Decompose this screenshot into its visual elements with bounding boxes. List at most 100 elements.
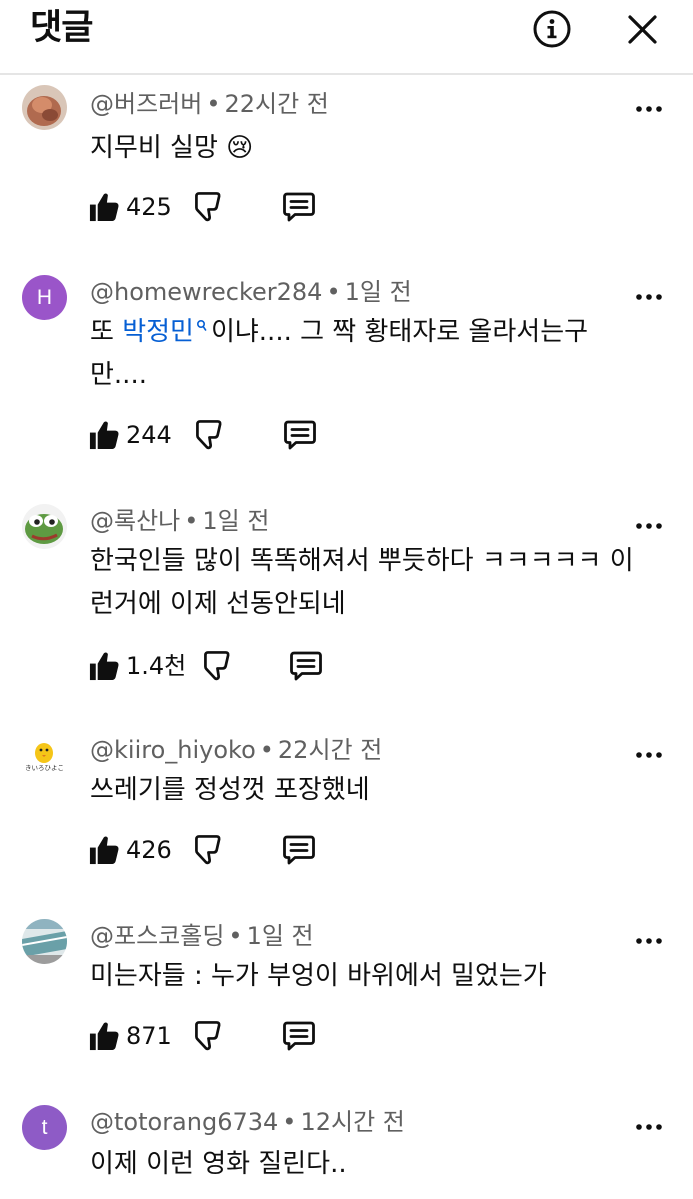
more-vertical-dots-icon [636, 294, 662, 300]
reply-button[interactable] [283, 833, 315, 865]
comment-actions: 426 [88, 833, 388, 873]
like-count: 426 [126, 836, 172, 864]
comment-time: 22시간 전 [224, 90, 329, 118]
comment-author[interactable]: @kiiro_hiyoko [90, 736, 256, 764]
comment-text: 또 박정민 이냐.... 그 짝 황태자로 올라서는구만.... [90, 311, 630, 397]
thumb-down-icon [195, 1021, 221, 1051]
comment-text-content: 이제 이런 영화 질린다.. [90, 1149, 347, 1179]
reply-comment-icon [283, 192, 315, 222]
comment-text-content: 지무비 실망 [90, 133, 218, 163]
more-options-button[interactable] [636, 751, 662, 759]
info-button[interactable] [530, 8, 574, 52]
reply-comment-icon [284, 420, 316, 450]
close-button[interactable] [621, 8, 665, 52]
thumb-down-icon [196, 420, 222, 450]
info-circle-icon [533, 10, 571, 48]
comment-meta: @포스코홀딩 • 1일 전 [90, 921, 314, 951]
more-options-button[interactable] [636, 105, 662, 113]
comment-time: 1일 전 [202, 507, 270, 535]
more-options-button[interactable] [636, 1123, 662, 1131]
comment-text: 쓰레기를 정성껏 포장했네 [90, 769, 650, 812]
search-icon [196, 319, 207, 331]
comment-actions: 425 [88, 190, 388, 230]
dislike-button[interactable] [200, 649, 232, 683]
comment-meta: @록산나 • 1일 전 [90, 506, 269, 536]
more-vertical-dots-icon [636, 106, 662, 112]
comment-text-content: 미는자들 : 누가 부엉이 바위에서 밀었는가 [90, 961, 547, 991]
like-count: 871 [126, 1022, 172, 1050]
comment-time: 22시간 전 [277, 736, 383, 764]
dislike-button[interactable] [191, 190, 223, 224]
comment-meta: @kiiro_hiyoko • 22시간 전 [90, 735, 382, 765]
comment-author[interactable]: @록산나 [90, 507, 180, 535]
more-options-button[interactable] [636, 937, 662, 945]
reply-comment-icon [283, 1021, 315, 1051]
reply-button[interactable] [283, 190, 315, 222]
comment-text-content: 한국인들 많이 똑똑해져서 뿌듯하다 ㅋㅋㅋㅋㅋ 이런거에 이제 선동안되네 [90, 546, 634, 619]
reply-comment-icon [283, 835, 315, 865]
like-button[interactable] [88, 190, 120, 224]
dislike-button[interactable] [191, 1019, 223, 1053]
comment-actions: 244 [88, 418, 388, 458]
like-button[interactable] [88, 1019, 120, 1053]
avatar-letter: t [41, 1115, 48, 1139]
reply-button[interactable] [290, 649, 322, 681]
thumb-up-icon [89, 193, 119, 222]
meta-separator: • [282, 1108, 297, 1136]
like-count: 1.4천 [126, 652, 187, 680]
comment-actions: 871 [88, 1019, 388, 1059]
comment-text: 이제 이런 영화 질린다.. [90, 1143, 650, 1186]
reply-button[interactable] [284, 418, 316, 450]
reply-comment-icon [290, 651, 322, 681]
like-button[interactable] [88, 649, 120, 683]
crying-face-emoji: 😢 [226, 133, 254, 163]
comment-meta: @totorang6734 • 12시간 전 [90, 1107, 405, 1137]
meta-separator: • [228, 922, 243, 950]
meta-separator: • [206, 90, 221, 118]
comment-author[interactable]: @포스코홀딩 [90, 922, 224, 950]
avatar[interactable] [22, 85, 67, 130]
dislike-button[interactable] [191, 833, 223, 867]
meta-separator: • [326, 278, 341, 306]
comment-time: 12시간 전 [300, 1108, 405, 1136]
avatar[interactable] [22, 919, 67, 964]
more-options-button[interactable] [636, 522, 662, 530]
thumb-down-icon [195, 192, 221, 222]
like-button[interactable] [88, 833, 120, 867]
comment-text-content: 쓰레기를 정성껏 포장했네 [90, 775, 370, 805]
thumb-up-icon [89, 836, 119, 865]
avatar[interactable]: t [22, 1105, 67, 1150]
comment-author[interactable]: @버즈러버 [90, 90, 202, 118]
avatar[interactable] [22, 504, 67, 549]
thumb-up-icon [89, 652, 119, 681]
more-options-button[interactable] [636, 293, 662, 301]
reply-button[interactable] [283, 1019, 315, 1051]
comments-header: 댓글 [0, 0, 693, 75]
comment-text-before: 또 [90, 317, 123, 347]
comment-text: 지무비 실망 😢 [90, 127, 650, 170]
dislike-button[interactable] [192, 418, 224, 452]
comment-meta: @버즈러버 • 22시간 전 [90, 89, 329, 119]
like-button[interactable] [88, 418, 120, 452]
comment-author[interactable]: @totorang6734 [90, 1108, 278, 1136]
thumb-down-icon [204, 651, 230, 681]
close-icon [628, 15, 657, 44]
comment-actions: 1.4천 [88, 649, 388, 689]
avatar[interactable]: きいろひよこ [22, 733, 67, 778]
avatar-caption: きいろひよこ [25, 764, 64, 772]
more-vertical-dots-icon [636, 938, 662, 944]
comment-text: 한국인들 많이 똑똑해져서 뿌듯하다 ㅋㅋㅋㅋㅋ 이런거에 이제 선동안되네 [90, 540, 645, 626]
comment-meta: @homewrecker284 • 1일 전 [90, 277, 412, 307]
meta-separator: • [184, 507, 199, 535]
avatar-letter: H [36, 285, 53, 309]
mention-link[interactable]: 박정민 [122, 317, 194, 347]
thumb-up-icon [89, 421, 119, 450]
comment-author[interactable]: @homewrecker284 [90, 278, 322, 306]
meta-separator: • [259, 736, 274, 764]
thumb-down-icon [195, 835, 221, 865]
more-vertical-dots-icon [636, 1124, 662, 1130]
like-count: 244 [126, 421, 172, 449]
more-vertical-dots-icon [636, 523, 662, 529]
thumb-up-icon [89, 1022, 119, 1051]
avatar[interactable]: H [22, 275, 67, 320]
